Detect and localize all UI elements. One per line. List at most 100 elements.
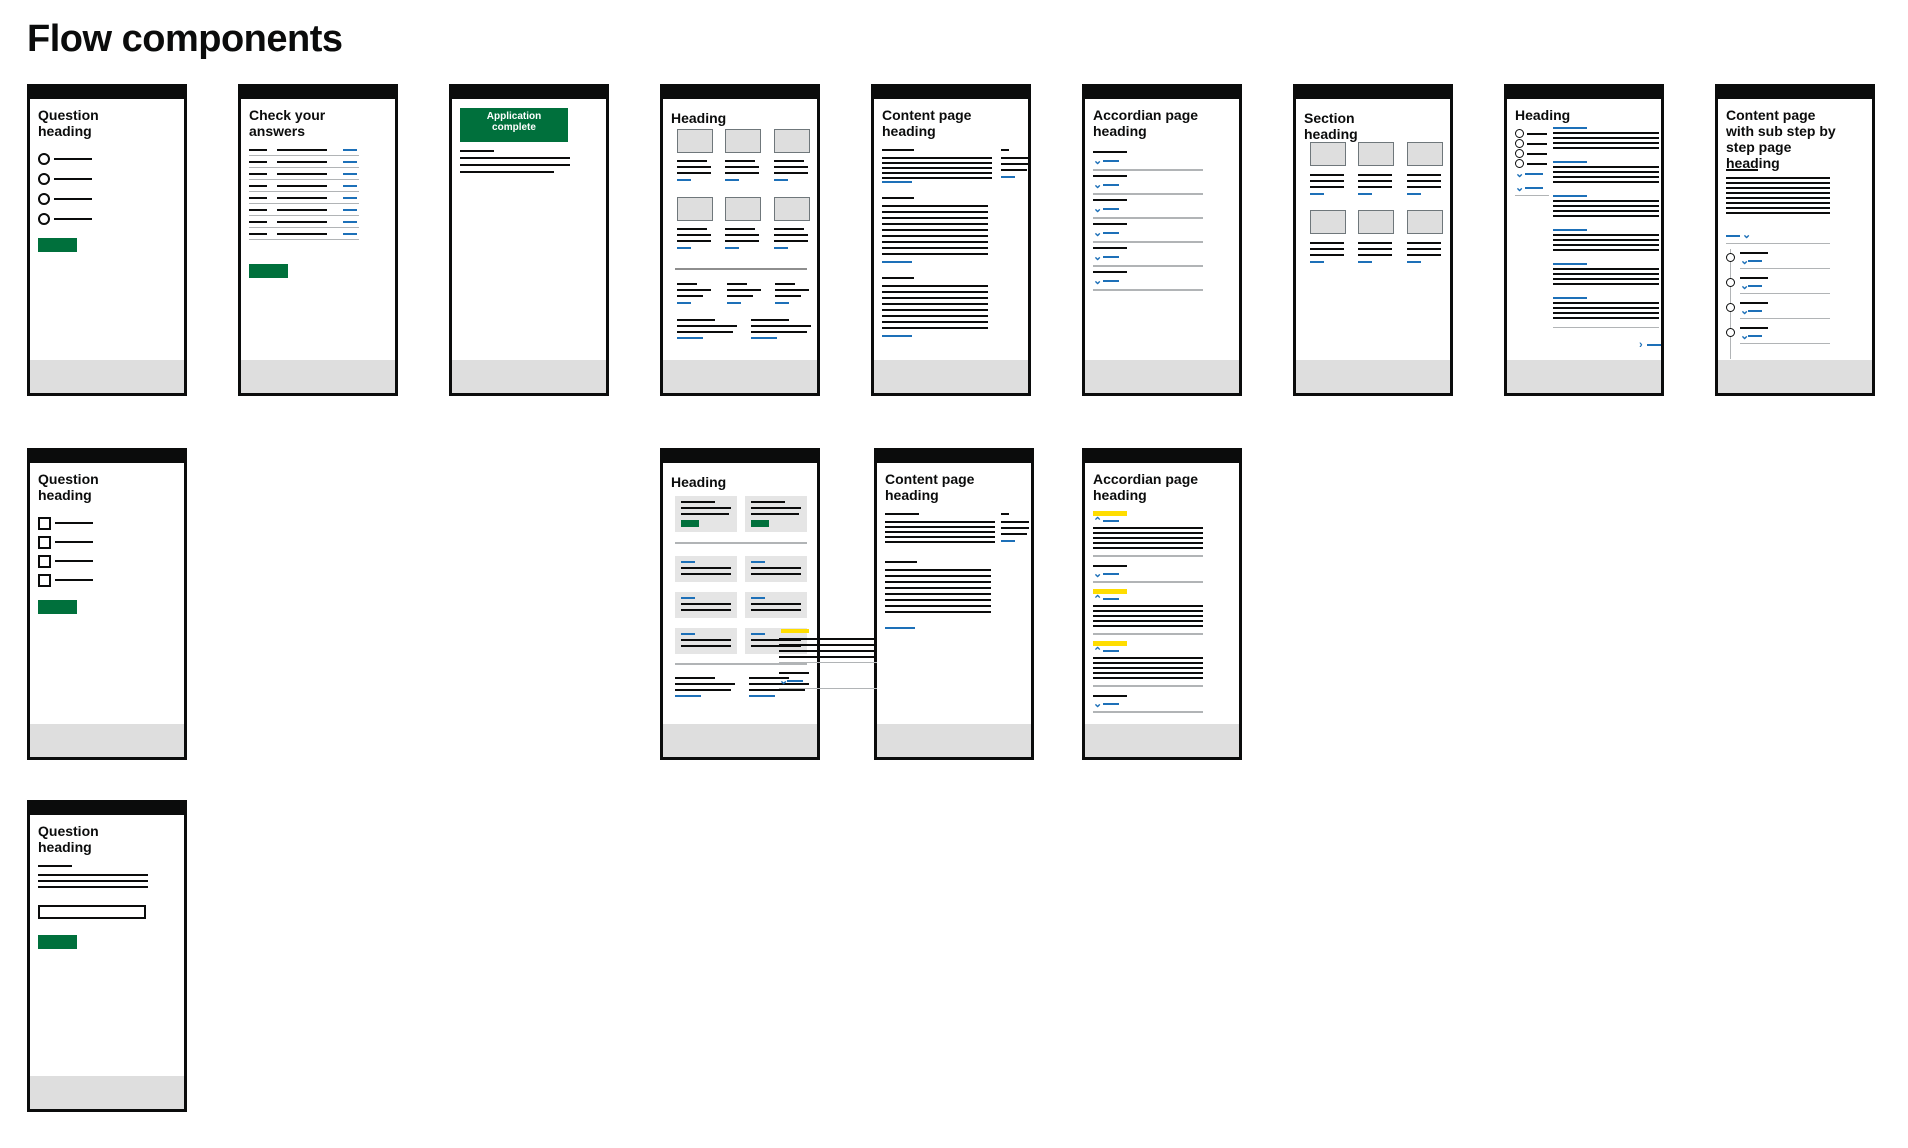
link bbox=[1553, 297, 1587, 299]
link bbox=[882, 181, 912, 183]
card bbox=[675, 592, 737, 618]
footer-bar bbox=[663, 724, 817, 757]
card bbox=[675, 556, 737, 582]
frame-sidebar-page: Heading ⌄ ⌄ › bbox=[1504, 84, 1664, 396]
wireframe-line bbox=[249, 203, 359, 204]
wireframe-line bbox=[1093, 151, 1127, 153]
header-bar bbox=[30, 803, 184, 815]
wireframe-line bbox=[727, 283, 747, 285]
wireframe-line bbox=[1740, 343, 1830, 344]
wireframe-line bbox=[277, 197, 327, 199]
wireframe-line bbox=[1726, 169, 1758, 171]
link bbox=[775, 302, 789, 304]
wireframe-line bbox=[1726, 212, 1830, 214]
wireframe-line bbox=[1310, 174, 1344, 176]
wireframe-line bbox=[1726, 207, 1830, 209]
radio-icon bbox=[38, 153, 50, 165]
card bbox=[745, 592, 807, 618]
thumbnail-image bbox=[1407, 210, 1443, 234]
wireframe-line bbox=[1726, 182, 1830, 184]
wireframe-line bbox=[1407, 186, 1441, 188]
wireframe-line bbox=[885, 605, 991, 607]
link bbox=[1748, 310, 1762, 312]
wireframe-line bbox=[882, 229, 988, 231]
wireframe-line bbox=[1001, 163, 1028, 165]
wireframe-line bbox=[1553, 137, 1659, 139]
wireframe-line bbox=[1407, 248, 1441, 250]
frame-heading: Question heading bbox=[38, 823, 99, 855]
wireframe-line bbox=[249, 161, 267, 163]
wireframe-line bbox=[1093, 223, 1127, 225]
change-link bbox=[343, 197, 357, 199]
link bbox=[882, 261, 912, 263]
link bbox=[1103, 573, 1119, 575]
wireframe-line bbox=[1553, 166, 1659, 168]
wireframe-line bbox=[1093, 241, 1203, 243]
wireframe-line bbox=[1093, 657, 1203, 659]
sidebar-navigation: ⌄ ⌄ › bbox=[1507, 87, 1661, 387]
radio-icon bbox=[1515, 139, 1524, 148]
wireframe-line bbox=[885, 531, 995, 533]
footer-bar bbox=[874, 360, 1028, 393]
link bbox=[1407, 193, 1421, 195]
wireframe-line bbox=[681, 501, 715, 503]
wireframe-line bbox=[775, 283, 795, 285]
change-link bbox=[343, 185, 357, 187]
wireframe-line bbox=[779, 638, 877, 640]
wireframe-line bbox=[885, 575, 991, 577]
chevron-icon: ⌄ bbox=[1742, 229, 1752, 241]
wireframe-line bbox=[1093, 662, 1203, 664]
header-bar bbox=[241, 87, 395, 99]
wireframe-line bbox=[1093, 547, 1203, 549]
wireframe-line bbox=[249, 149, 267, 151]
wireframe-line bbox=[885, 581, 991, 583]
wireframe-line bbox=[885, 526, 995, 528]
link bbox=[1103, 208, 1119, 210]
wireframe-line bbox=[1093, 685, 1203, 687]
link bbox=[1525, 187, 1543, 189]
wireframe-line bbox=[681, 507, 731, 509]
radio-icon bbox=[38, 213, 50, 225]
wireframe-line bbox=[885, 593, 991, 595]
chevron-icon: ⌄ bbox=[1093, 251, 1103, 263]
frame-question-checkbox: Question heading bbox=[27, 448, 187, 760]
wireframe-line bbox=[1515, 195, 1549, 196]
step-by-step: ⌄ ⌄ ⌄ ⌄ ⌄ bbox=[1718, 87, 1872, 387]
related-links bbox=[663, 87, 817, 387]
frame-heading: Question heading bbox=[38, 107, 99, 139]
frame-content-page: Content page heading bbox=[871, 84, 1031, 396]
wireframe-line bbox=[1726, 197, 1830, 199]
wireframe-line bbox=[1527, 163, 1547, 165]
wireframe-line bbox=[277, 161, 327, 163]
footer-bar bbox=[30, 724, 184, 757]
link bbox=[1553, 127, 1587, 129]
wireframe-line bbox=[1553, 176, 1659, 178]
wireframe-line bbox=[249, 233, 267, 235]
link bbox=[749, 695, 775, 697]
wireframe-line bbox=[882, 149, 914, 151]
wireframe-line bbox=[1553, 147, 1659, 149]
wireframe-line bbox=[1093, 537, 1203, 539]
change-link bbox=[343, 173, 357, 175]
wireframe-line bbox=[677, 289, 711, 291]
card-button bbox=[751, 520, 769, 527]
wireframe-line bbox=[882, 241, 988, 243]
wireframe-line bbox=[277, 209, 327, 211]
wireframe-line bbox=[882, 197, 914, 199]
checkbox-icon bbox=[38, 517, 51, 530]
link bbox=[1553, 229, 1587, 231]
change-link bbox=[343, 149, 357, 151]
wireframe-line bbox=[1310, 254, 1344, 256]
wireframe-line bbox=[277, 173, 327, 175]
thumbnail-image bbox=[1358, 142, 1394, 166]
wireframe-line bbox=[1001, 157, 1028, 159]
card bbox=[675, 628, 737, 654]
frame-confirmation: Application complete bbox=[449, 84, 609, 396]
summary-list bbox=[249, 149, 361, 259]
link bbox=[751, 561, 765, 563]
wireframe-line bbox=[1093, 217, 1203, 219]
wireframe-line bbox=[1093, 532, 1203, 534]
wireframe-line bbox=[1001, 527, 1029, 529]
wireframe-line bbox=[675, 689, 731, 691]
wireframe-line bbox=[882, 211, 988, 213]
